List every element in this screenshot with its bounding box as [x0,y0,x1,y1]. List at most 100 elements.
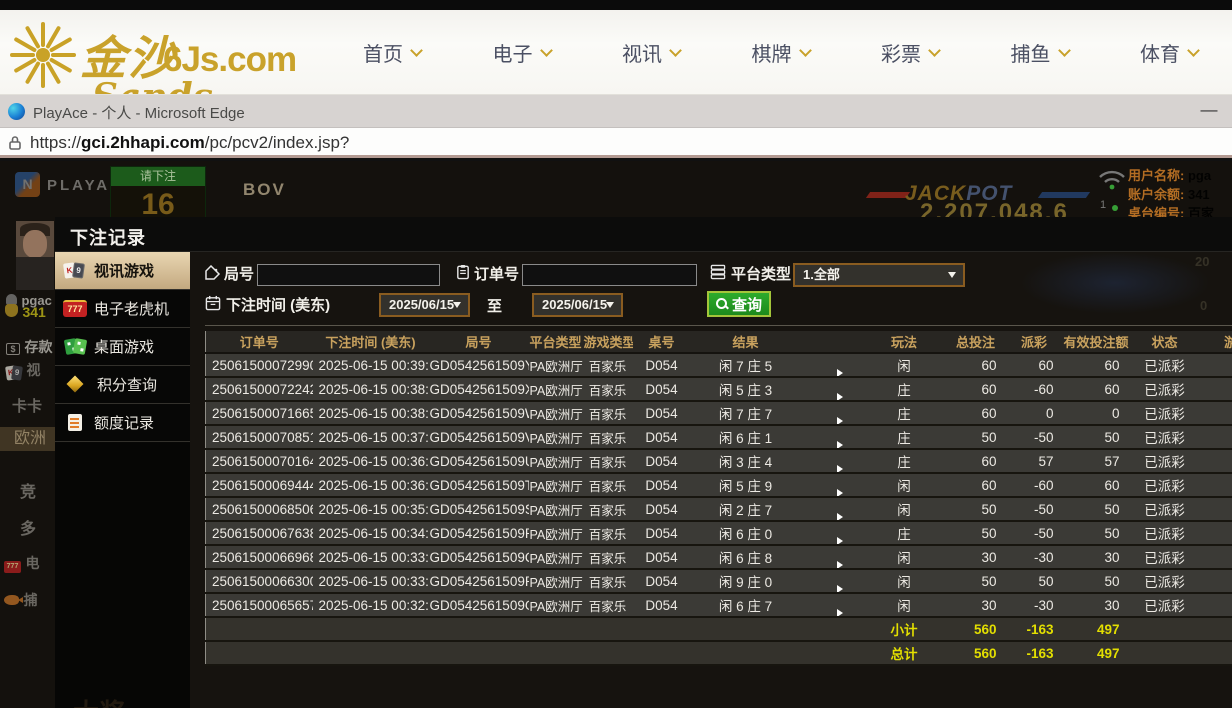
rail-card-hall[interactable]: 卡卡 [12,395,58,416]
cell-table-no: D054 [633,569,691,593]
sidebar-item-icon [63,300,87,317]
cell-play-type: 庄 [863,521,946,545]
sidebar-item-label: 桌面游戏 [94,336,154,357]
cell-valid-bet: 50 [1063,521,1129,545]
cell-time: 2025-06-15 00:33:55 [313,545,429,569]
cell-play-type: 闲 [863,473,946,497]
column-header: 派彩 [1006,331,1063,353]
platform-select[interactable]: 1.全部 [793,263,965,287]
chevron-down-icon [1187,44,1200,57]
cell-valid-bet: 50 [1063,569,1129,593]
cell-payout: -50 [1006,497,1063,521]
rail-fishing-tab[interactable]: 捕 [4,590,58,610]
cell-valid-bet: 50 [1063,497,1129,521]
cell-round: GD0542561509P [429,569,529,593]
total-valid: 497 [1063,641,1129,665]
cell-table-no: D054 [633,473,691,497]
cell-total-bet: 30 [946,545,1006,569]
minimize-button[interactable]: — [1196,97,1222,123]
cell-result: 闲 6 庄 7 [691,593,801,617]
table-row: 250615000663003 2025-06-15 00:33:20 GD05… [206,569,1232,593]
cell-payout: -60 [1006,377,1063,401]
cell-payout: 0 [1006,401,1063,425]
nav-item[interactable]: 体育 [1140,38,1198,67]
rail-deposit[interactable]: $ 存款 [6,337,58,357]
tag-icon [205,265,221,281]
cell-payout: 50 [1006,569,1063,593]
cell-platform: PA欧洲厅 [529,401,583,425]
date-to-select[interactable]: 2025/06/15 [532,293,623,317]
table-row: 250615000669685 2025-06-15 00:33:55 GD05… [206,545,1232,569]
cell-extra [1201,473,1232,497]
cell-table-no: D054 [633,593,691,617]
site-nav: 首页 电子 视讯 棋牌 彩票 [363,10,1198,95]
cell-table-no: D054 [633,521,691,545]
cell-table-no: D054 [633,401,691,425]
cell-game: 百家乐 [583,545,633,569]
cell-extra [1201,425,1232,449]
platform-label: 平台类型 [731,263,791,284]
sidebar-item-label: 额度记录 [94,412,154,433]
rail-slots-tab[interactable]: 777 电 [4,553,58,573]
sidebar-item[interactable]: 桌面游戏 [55,328,190,366]
round-input[interactable] [257,264,440,286]
cell-platform: PA欧洲厅 [529,425,583,449]
cell-play-type: 闲 [863,569,946,593]
column-header: 下注时间 (美东) [313,331,429,353]
cell-time: 2025-06-15 00:32:44 [313,593,429,617]
rail-balance: 341 [5,304,58,322]
embedded-page: PLAYACE 请下注 16 BOV JACKPOT 2,207,048.6 1… [0,161,1232,708]
nav-item[interactable]: 视讯 [622,38,680,67]
nav-item[interactable]: 电子 [493,38,551,67]
cell-status: 已派彩 [1129,569,1201,593]
rail-europe-hall[interactable]: 欧洲 [0,427,58,451]
sidebar-item-icon: K9 [63,262,87,279]
lock-icon [8,135,22,151]
order-label: 订单号 [474,263,519,284]
cell-table-no: D054 [633,377,691,401]
url-bar[interactable]: https://gci.2hhapi.com/pc/pcv2/index.jsp… [0,128,1232,158]
cell-time: 2025-06-15 00:35:19 [313,497,429,521]
signal-dot [1112,205,1118,211]
date-from-select[interactable]: 2025/06/15 [379,293,470,317]
cell-extra [1201,497,1232,521]
column-header: 桌号 [633,331,691,353]
cell-total-bet: 60 [946,401,1006,425]
brand-script-sands: Sands [92,76,213,95]
cell-order: 250615000663003 [206,569,313,593]
cell-total-bet: 50 [946,497,1006,521]
cell-valid-bet: 0 [1063,401,1129,425]
sidebar-item[interactable]: 电子老虎机 [55,290,190,328]
rail-jingmi-hall[interactable]: 竞 [20,478,58,502]
cell-platform: PA欧洲厅 [529,353,583,377]
cell-order: 250615000729905 [206,353,313,377]
cell-round: GD0542561509W [429,401,529,425]
nav-item[interactable]: 首页 [363,38,421,67]
nav-item[interactable]: 棋牌 [752,38,810,67]
sidebar-empty-area: 大奖 [55,443,190,708]
rail-duotai-hall[interactable]: 多 [20,515,58,539]
subtotal-payout: -163 [1006,617,1063,641]
table-row: 250615000722421 2025-06-15 00:38:56 GD05… [206,377,1232,401]
column-header: 订单号 [206,331,313,353]
dim-slot-glow [1020,252,1210,314]
cell-replay [801,449,863,473]
sidebar-item[interactable]: 积分查询 [55,366,190,404]
cell-result: 闲 3 庄 4 [691,449,801,473]
search-button[interactable]: 查询 [707,291,771,317]
user-info-block: 用户名称: pga 账户余额: 341 桌台编号: 百家 [1128,166,1214,223]
order-input[interactable] [522,264,697,286]
nav-item[interactable]: 彩票 [881,38,939,67]
sidebar-item-icon [63,338,87,355]
nav-item[interactable]: 捕鱼 [1011,38,1069,67]
cell-extra [1201,545,1232,569]
user-info-row: 账户余额: 341 [1128,185,1214,204]
bet-prompt: 请下注 [111,167,205,186]
sidebar-item[interactable]: 额度记录 [55,404,190,442]
rail-video-tab[interactable]: K9 视 [6,360,58,380]
cell-order: 250615000669685 [206,545,313,569]
cell-play-type: 庄 [863,401,946,425]
cell-result: 闲 6 庄 0 [691,521,801,545]
sidebar-item[interactable]: K9 视讯游戏 [55,252,190,290]
cell-extra [1201,377,1232,401]
